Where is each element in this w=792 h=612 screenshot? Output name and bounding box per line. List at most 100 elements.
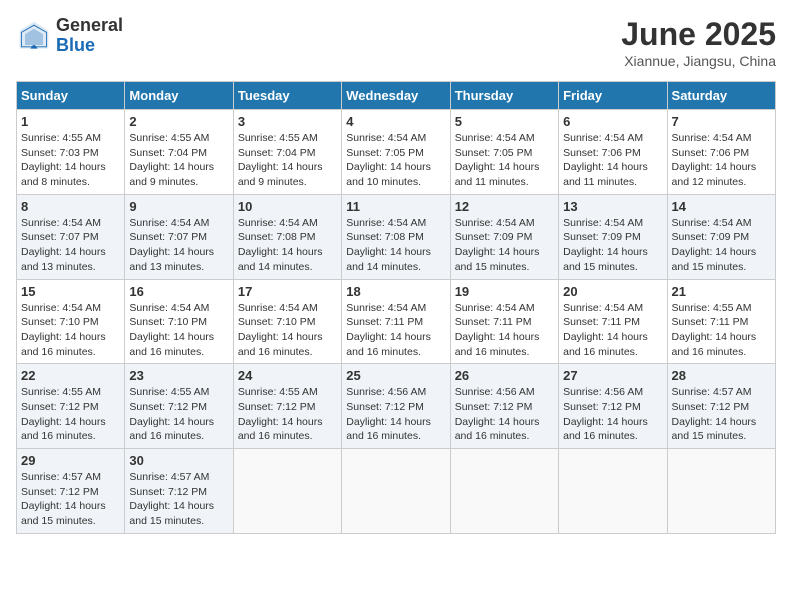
calendar-cell: 9 Sunrise: 4:54 AMSunset: 7:07 PMDaylight… [125,194,233,279]
day-number: 9 [129,199,228,214]
calendar-cell: 14Sunrise: 4:54 AMSunset: 7:09 PMDayligh… [667,194,775,279]
day-number: 29 [21,453,120,468]
calendar-cell: 15 Sunrise: 4:54 AMSunset: 7:10 PMDayligh… [17,279,125,364]
day-info: Sunrise: 4:54 AMSunset: 7:06 PMDaylight:… [563,131,662,190]
calendar-cell: 30Sunrise: 4:57 AMSunset: 7:12 PMDayligh… [125,449,233,534]
calendar-cell: 5Sunrise: 4:54 AMSunset: 7:05 PMDaylight… [450,110,558,195]
day-number: 17 [238,284,337,299]
calendar-cell: 24 Sunrise: 4:55 AMSunset: 7:12 PMDayligh… [233,364,341,449]
day-info: Sunrise: 4:56 AMSunset: 7:12 PMDaylight:… [563,385,662,444]
day-number: 12 [455,199,554,214]
column-header-monday: Monday [125,82,233,110]
day-info: Sunrise: 4:57 AMSunset: 7:12 PMDaylight:… [672,385,771,444]
day-number: 25 [346,368,445,383]
day-number: 10 [238,199,337,214]
day-info: Sunrise: 4:54 AMSunset: 7:05 PMDaylight:… [346,131,445,190]
day-info: Sunrise: 4:54 AMSunset: 7:11 PMDaylight:… [563,301,662,360]
calendar-cell: 16 Sunrise: 4:54 AMSunset: 7:10 PMDayligh… [125,279,233,364]
day-number: 2 [129,114,228,129]
day-info: Sunrise: 4:54 AMSunset: 7:11 PMDaylight:… [346,301,445,360]
day-info: Sunrise: 4:56 AMSunset: 7:12 PMDaylight:… [455,385,554,444]
calendar-header-row: SundayMondayTuesdayWednesdayThursdayFrid… [17,82,776,110]
day-info: Sunrise: 4:54 AMSunset: 7:09 PMDaylight:… [563,216,662,275]
calendar-cell [233,449,341,534]
calendar-cell: 4 Sunrise: 4:54 AMSunset: 7:05 PMDaylight… [342,110,450,195]
day-number: 3 [238,114,337,129]
column-header-friday: Friday [559,82,667,110]
day-number: 21 [672,284,771,299]
column-header-tuesday: Tuesday [233,82,341,110]
calendar-cell [342,449,450,534]
day-info: Sunrise: 4:54 AMSunset: 7:11 PMDaylight:… [455,301,554,360]
calendar-week-row: 1Sunrise: 4:55 AMSunset: 7:03 PMDaylight… [17,110,776,195]
day-info: Sunrise: 4:56 AMSunset: 7:12 PMDaylight:… [346,385,445,444]
calendar-cell: 20 Sunrise: 4:54 AMSunset: 7:11 PMDayligh… [559,279,667,364]
logo-blue: Blue [56,36,123,56]
calendar-cell: 1Sunrise: 4:55 AMSunset: 7:03 PMDaylight… [17,110,125,195]
day-number: 8 [21,199,120,214]
day-number: 5 [455,114,554,129]
day-number: 16 [129,284,228,299]
calendar-cell: 10Sunrise: 4:54 AMSunset: 7:08 PMDayligh… [233,194,341,279]
day-number: 20 [563,284,662,299]
column-header-sunday: Sunday [17,82,125,110]
calendar-cell: 23 Sunrise: 4:55 AMSunset: 7:12 PMDayligh… [125,364,233,449]
calendar-cell: 26 Sunrise: 4:56 AMSunset: 7:12 PMDayligh… [450,364,558,449]
day-info: Sunrise: 4:54 AMSunset: 7:07 PMDaylight:… [129,216,228,275]
day-info: Sunrise: 4:54 AMSunset: 7:06 PMDaylight:… [672,131,771,190]
day-number: 19 [455,284,554,299]
calendar-cell: 29 Sunrise: 4:57 AMSunset: 7:12 PMDayligh… [17,449,125,534]
logo-text: General Blue [56,16,123,56]
day-info: Sunrise: 4:55 AMSunset: 7:04 PMDaylight:… [129,131,228,190]
day-info: Sunrise: 4:55 AMSunset: 7:03 PMDaylight:… [21,131,120,190]
day-number: 23 [129,368,228,383]
logo-general: General [56,16,123,36]
calendar-cell: 8Sunrise: 4:54 AMSunset: 7:07 PMDaylight… [17,194,125,279]
day-info: Sunrise: 4:55 AMSunset: 7:04 PMDaylight:… [238,131,337,190]
day-info: Sunrise: 4:54 AMSunset: 7:10 PMDaylight:… [238,301,337,360]
calendar-cell: 17 Sunrise: 4:54 AMSunset: 7:10 PMDayligh… [233,279,341,364]
day-number: 13 [563,199,662,214]
calendar-cell: 6 Sunrise: 4:54 AMSunset: 7:06 PMDaylight… [559,110,667,195]
day-info: Sunrise: 4:55 AMSunset: 7:11 PMDaylight:… [672,301,771,360]
calendar-cell: 21 Sunrise: 4:55 AMSunset: 7:11 PMDayligh… [667,279,775,364]
day-info: Sunrise: 4:55 AMSunset: 7:12 PMDaylight:… [238,385,337,444]
calendar-cell: 19 Sunrise: 4:54 AMSunset: 7:11 PMDayligh… [450,279,558,364]
location: Xiannue, Jiangsu, China [621,53,776,69]
logo-icon [16,18,52,54]
day-number: 30 [129,453,228,468]
day-info: Sunrise: 4:55 AMSunset: 7:12 PMDaylight:… [129,385,228,444]
calendar-cell: 2 Sunrise: 4:55 AMSunset: 7:04 PMDaylight… [125,110,233,195]
calendar-cell: 27 Sunrise: 4:56 AMSunset: 7:12 PMDayligh… [559,364,667,449]
day-info: Sunrise: 4:54 AMSunset: 7:08 PMDaylight:… [346,216,445,275]
day-info: Sunrise: 4:54 AMSunset: 7:10 PMDaylight:… [21,301,120,360]
day-info: Sunrise: 4:54 AMSunset: 7:09 PMDaylight:… [672,216,771,275]
day-info: Sunrise: 4:57 AMSunset: 7:12 PMDaylight:… [21,470,120,529]
day-number: 28 [672,368,771,383]
calendar-cell [450,449,558,534]
day-number: 26 [455,368,554,383]
calendar-week-row: 15 Sunrise: 4:54 AMSunset: 7:10 PMDayligh… [17,279,776,364]
calendar-cell [667,449,775,534]
day-number: 6 [563,114,662,129]
month-title: June 2025 [621,16,776,53]
day-number: 15 [21,284,120,299]
day-number: 11 [346,199,445,214]
calendar-cell: 12Sunrise: 4:54 AMSunset: 7:09 PMDayligh… [450,194,558,279]
page-header: General Blue June 2025 Xiannue, Jiangsu,… [16,16,776,69]
day-info: Sunrise: 4:55 AMSunset: 7:12 PMDaylight:… [21,385,120,444]
day-number: 24 [238,368,337,383]
day-number: 27 [563,368,662,383]
column-header-thursday: Thursday [450,82,558,110]
column-header-saturday: Saturday [667,82,775,110]
day-number: 4 [346,114,445,129]
calendar-cell: 28 Sunrise: 4:57 AMSunset: 7:12 PMDayligh… [667,364,775,449]
title-block: June 2025 Xiannue, Jiangsu, China [621,16,776,69]
calendar-cell: 13 Sunrise: 4:54 AMSunset: 7:09 PMDayligh… [559,194,667,279]
calendar-week-row: 29 Sunrise: 4:57 AMSunset: 7:12 PMDayligh… [17,449,776,534]
calendar-cell: 22 Sunrise: 4:55 AMSunset: 7:12 PMDayligh… [17,364,125,449]
day-info: Sunrise: 4:54 AMSunset: 7:10 PMDaylight:… [129,301,228,360]
calendar-cell: 25 Sunrise: 4:56 AMSunset: 7:12 PMDayligh… [342,364,450,449]
logo: General Blue [16,16,123,56]
day-number: 22 [21,368,120,383]
